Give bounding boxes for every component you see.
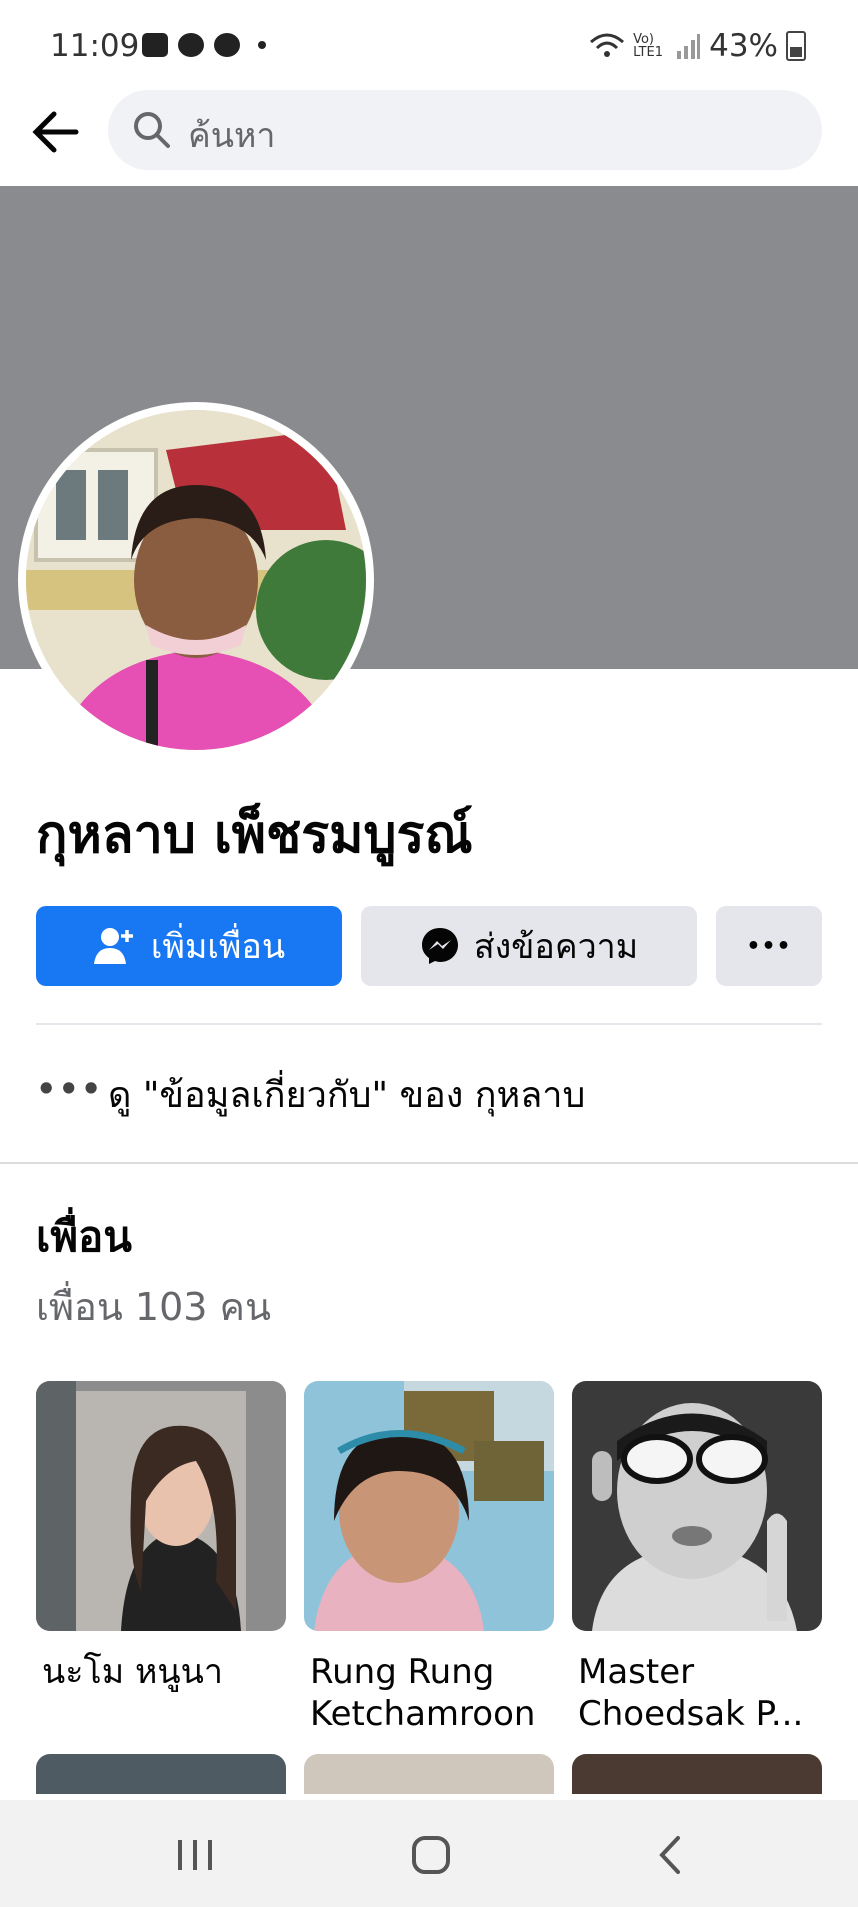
send-message-button[interactable]: ส่งข้อความ xyxy=(361,906,697,986)
search-icon xyxy=(134,112,170,148)
divider xyxy=(36,1023,822,1025)
profile-name: กุหลาบ เพ็ชรมบูรณ์ xyxy=(36,805,473,865)
back-icon[interactable] xyxy=(646,1830,696,1880)
friend-photo[interactable] xyxy=(572,1754,822,1794)
notification-dot-icon xyxy=(258,41,266,49)
friend-photo[interactable] xyxy=(36,1754,286,1794)
friend-photo[interactable] xyxy=(36,1381,286,1631)
line-icon xyxy=(178,33,204,57)
wifi-icon xyxy=(590,33,625,57)
friend-photo[interactable] xyxy=(304,1754,554,1794)
more-dots-icon: ••• xyxy=(36,1070,104,1108)
more-options-button[interactable]: ••• xyxy=(716,906,822,986)
top-bar: ค้นหา xyxy=(0,90,858,188)
friend-photo[interactable] xyxy=(304,1381,554,1631)
battery-percent: 43% xyxy=(709,28,778,64)
messenger-icon xyxy=(421,928,458,964)
add-friend-button[interactable]: เพิ่มเพื่อน xyxy=(36,906,342,986)
recent-apps-icon[interactable] xyxy=(170,1830,220,1880)
search-input[interactable]: ค้นหา xyxy=(108,90,822,170)
about-text: ดู "ข้อมูลเกี่ยวกับ" ของ กุหลาบ xyxy=(108,1075,586,1116)
friend-photo[interactable] xyxy=(572,1381,822,1631)
friend-card[interactable]: นะโม หนูนา xyxy=(36,1381,286,1693)
add-friend-icon xyxy=(93,928,133,964)
send-message-label: ส่งข้อความ xyxy=(473,927,639,967)
section-divider xyxy=(0,1162,858,1164)
more-dots-icon: ••• xyxy=(746,933,792,959)
friend-name[interactable]: นะโม หนูนา xyxy=(42,1651,286,1693)
status-time: 11:09 xyxy=(50,28,140,64)
status-bar: 11:09 Vo) LTE1 43% xyxy=(0,0,858,90)
image-icon xyxy=(142,33,168,57)
messenger-icon xyxy=(214,33,240,57)
friends-title: เพื่อน xyxy=(36,1212,132,1261)
battery-icon xyxy=(786,31,806,61)
friend-card[interactable]: Master Choedsak P... xyxy=(572,1381,822,1735)
profile-picture[interactable] xyxy=(26,410,366,750)
back-arrow-icon[interactable] xyxy=(28,104,84,160)
add-friend-label: เพิ่มเพื่อน xyxy=(150,927,286,967)
about-link[interactable]: ••• ดู "ข้อมูลเกี่ยวกับ" ของ กุหลาบ xyxy=(36,1060,822,1120)
friend-name[interactable]: Master xyxy=(578,1651,822,1693)
friend-name-line2: Choedsak P... xyxy=(578,1694,804,1734)
home-icon[interactable] xyxy=(406,1830,456,1880)
friend-card[interactable]: Rung Rung Ketchamroon xyxy=(304,1381,554,1735)
friends-count[interactable]: เพื่อน 103 คน xyxy=(36,1276,271,1337)
search-placeholder: ค้นหา xyxy=(188,116,276,156)
system-nav-bar xyxy=(0,1800,858,1907)
network-label: Vo) LTE1 xyxy=(633,32,663,60)
signal-icon xyxy=(677,34,701,59)
friend-name-line2: Ketchamroon xyxy=(310,1694,536,1734)
friend-name[interactable]: Rung Rung xyxy=(310,1651,554,1693)
